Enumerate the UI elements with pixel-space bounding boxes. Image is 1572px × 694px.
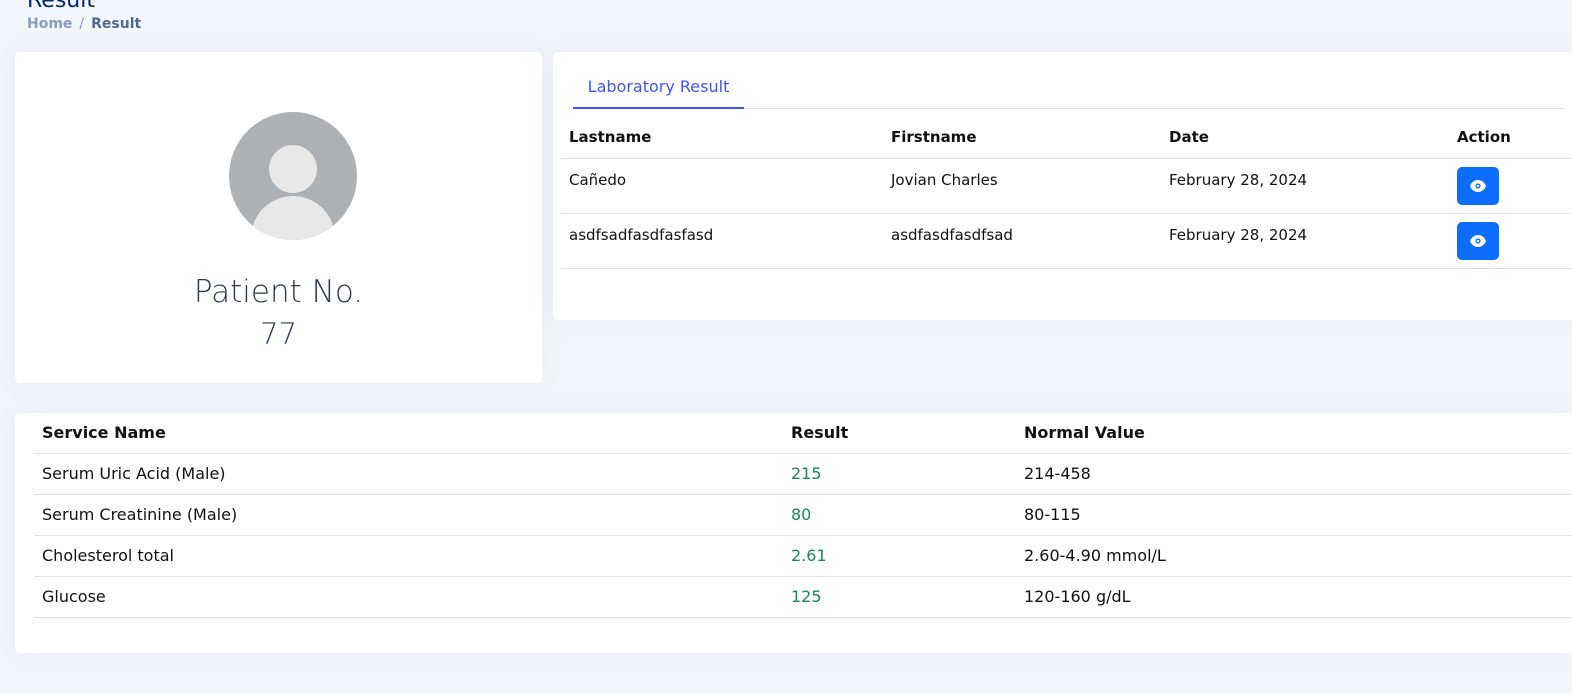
- cell-result: 2.61: [783, 535, 1016, 577]
- cell-service-name: Glucose: [34, 576, 783, 618]
- breadcrumb-current: Result: [91, 16, 142, 32]
- column-header-action: Action: [1449, 116, 1572, 159]
- cell-normal-value: 214-458: [1016, 453, 1572, 495]
- cell-action: [1449, 213, 1572, 269]
- cell-result: 80: [783, 494, 1016, 536]
- laboratory-result-table: Lastname Firstname Date Action Cañedo Jo…: [561, 116, 1572, 269]
- tab-laboratory-result[interactable]: Laboratory Result: [573, 72, 744, 109]
- table-row: Glucose 125 120-160 g/dL: [34, 576, 1572, 618]
- column-header-service-name: Service Name: [34, 413, 783, 454]
- patient-number-label: Patient No.: [193, 274, 364, 310]
- eye-icon: [1470, 234, 1486, 247]
- cell-normal-value: 80-115: [1016, 494, 1572, 536]
- view-result-button[interactable]: [1457, 166, 1499, 205]
- table-row: Serum Creatinine (Male) 80 80-115: [34, 494, 1572, 536]
- cell-firstname: Jovian Charles: [883, 158, 1161, 214]
- eye-icon: [1470, 179, 1486, 192]
- table-header-row: Lastname Firstname Date Action: [561, 116, 1572, 159]
- cell-date: February 28, 2024: [1161, 213, 1449, 269]
- cell-lastname: asdfsadfasdfasfasd: [561, 213, 883, 269]
- cell-service-name: Serum Uric Acid (Male): [34, 453, 783, 495]
- avatar: [229, 112, 357, 240]
- cell-lastname: Cañedo: [561, 158, 883, 214]
- column-header-lastname: Lastname: [561, 116, 883, 159]
- patient-profile-card: Patient No. 77: [15, 52, 542, 383]
- cell-normal-value: 120-160 g/dL: [1016, 576, 1572, 618]
- avatar-body-shape: [251, 196, 335, 240]
- cell-service-name: Cholesterol total: [34, 535, 783, 577]
- column-header-firstname: Firstname: [883, 116, 1161, 159]
- table-row: Serum Uric Acid (Male) 215 214-458: [34, 453, 1572, 495]
- table-row: Cholesterol total 2.61 2.60-4.90 mmol/L: [34, 535, 1572, 577]
- page-title: Result: [27, 0, 95, 13]
- cell-service-name: Serum Creatinine (Male): [34, 494, 783, 536]
- column-header-normal-value: Normal Value: [1016, 413, 1572, 454]
- service-results-card: Service Name Result Normal Value Serum U…: [15, 413, 1572, 653]
- cell-result: 125: [783, 576, 1016, 618]
- service-results-table: Service Name Result Normal Value Serum U…: [34, 413, 1572, 618]
- cell-date: February 28, 2024: [1161, 158, 1449, 214]
- breadcrumb-home-link[interactable]: Home: [27, 16, 72, 32]
- patient-number: 77: [260, 317, 297, 351]
- cell-result: 215: [783, 453, 1016, 495]
- cell-normal-value: 2.60-4.90 mmol/L: [1016, 535, 1572, 577]
- table-row: asdfsadfasdfasfasd asdfasdfasdfsad Febru…: [561, 213, 1572, 269]
- breadcrumb: Home / Result: [27, 16, 141, 32]
- laboratory-result-card: Laboratory Result Lastname Firstname Dat…: [553, 52, 1572, 320]
- tab-bar: Laboratory Result: [573, 72, 1563, 109]
- avatar-head-shape: [269, 145, 317, 193]
- cell-action: [1449, 158, 1572, 214]
- view-result-button[interactable]: [1457, 221, 1499, 260]
- table-header-row: Service Name Result Normal Value: [34, 413, 1572, 454]
- table-row: Cañedo Jovian Charles February 28, 2024: [561, 158, 1572, 214]
- column-header-date: Date: [1161, 116, 1449, 159]
- breadcrumb-separator: /: [79, 16, 85, 32]
- cell-firstname: asdfasdfasdfsad: [883, 213, 1161, 269]
- column-header-result: Result: [783, 413, 1016, 454]
